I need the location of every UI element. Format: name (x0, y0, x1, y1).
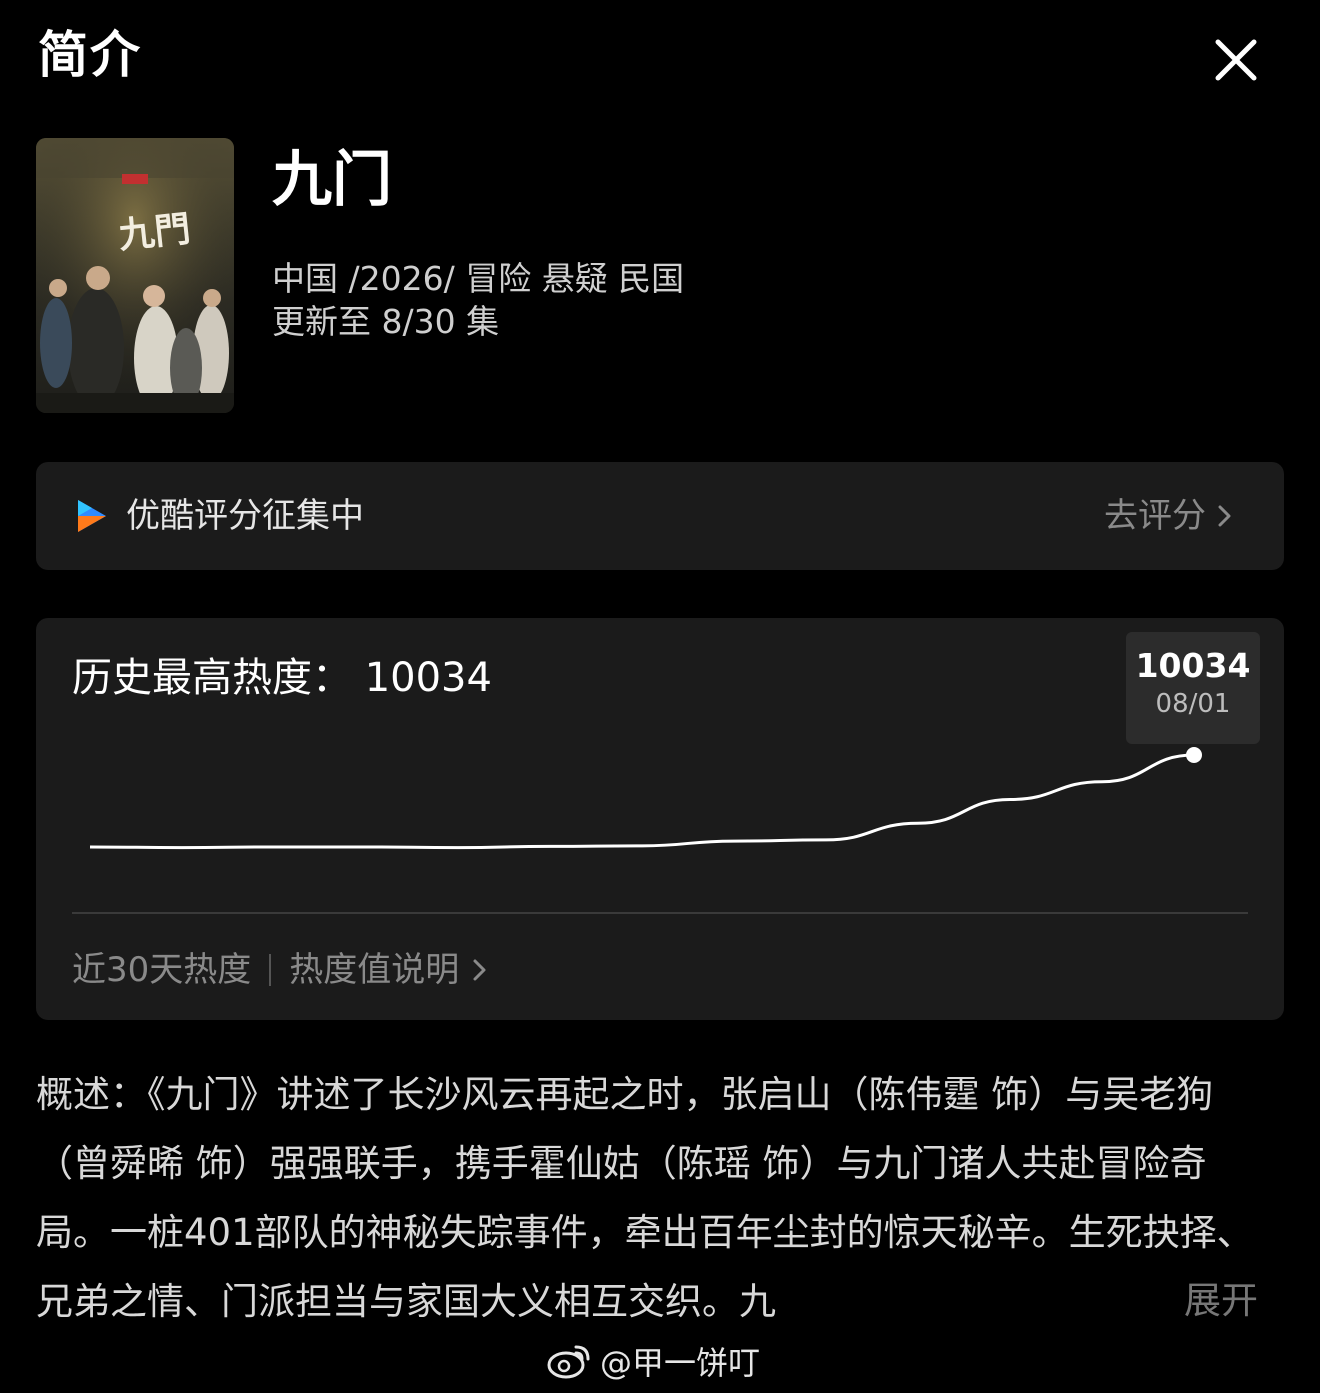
heat-peak-title: 历史最高热度： 10034 (72, 655, 492, 701)
synopsis-text: 概述：《九门》讲述了长沙风云再起之时，张启山（陈伟霆 饰）与吴老狗（曾舜晞 饰）… (36, 1073, 1254, 1323)
weibo-logo-icon (547, 1345, 590, 1379)
peak-point[interactable] (1186, 747, 1202, 763)
show-poster[interactable]: 九門 (36, 138, 234, 413)
show-meta: 中国 /2026/ 冒险 悬疑 民国 (272, 259, 685, 298)
peak-tooltip: 10034 08/01 (1126, 632, 1260, 744)
close-button[interactable] (1206, 30, 1266, 90)
watermark-text: @甲一饼叮 (600, 1344, 761, 1382)
rating-card[interactable]: 优酷评分征集中 去评分 (36, 462, 1284, 570)
heat-card: 历史最高热度： 10034 10034 08/01 近30天热度 热度值说明 (36, 618, 1284, 1020)
footer-divider (269, 954, 272, 987)
heat-explain-label: 热度值说明 (289, 950, 460, 990)
heat-period-label: 近30天热度 (72, 950, 252, 990)
tooltip-value: 10034 (1135, 646, 1251, 685)
page-title: 简介 (38, 26, 142, 84)
chevron-right-icon (473, 959, 486, 981)
poster-title-text: 九門 (117, 208, 193, 257)
watermark: @甲一饼叮 (546, 1338, 760, 1384)
heat-explain-link[interactable]: 热度值说明 (289, 948, 489, 992)
rate-button[interactable]: 去评分 (1104, 494, 1234, 538)
youku-logo-icon (78, 500, 106, 532)
expand-button[interactable]: 展开 (1170, 1266, 1258, 1335)
episode-update: 更新至 8/30 集 (272, 302, 500, 341)
heat-footer: 近30天热度 热度值说明 (72, 948, 489, 992)
show-title: 九门 (272, 145, 392, 215)
heat-series-line (89, 753, 1195, 850)
chevron-right-icon (1218, 505, 1231, 527)
close-icon (1215, 39, 1257, 81)
rating-label: 优酷评分征集中 (126, 496, 364, 536)
rate-button-label: 去评分 (1104, 496, 1206, 536)
poster-image: 九門 (36, 138, 234, 413)
tooltip-date: 08/01 (1155, 689, 1231, 720)
